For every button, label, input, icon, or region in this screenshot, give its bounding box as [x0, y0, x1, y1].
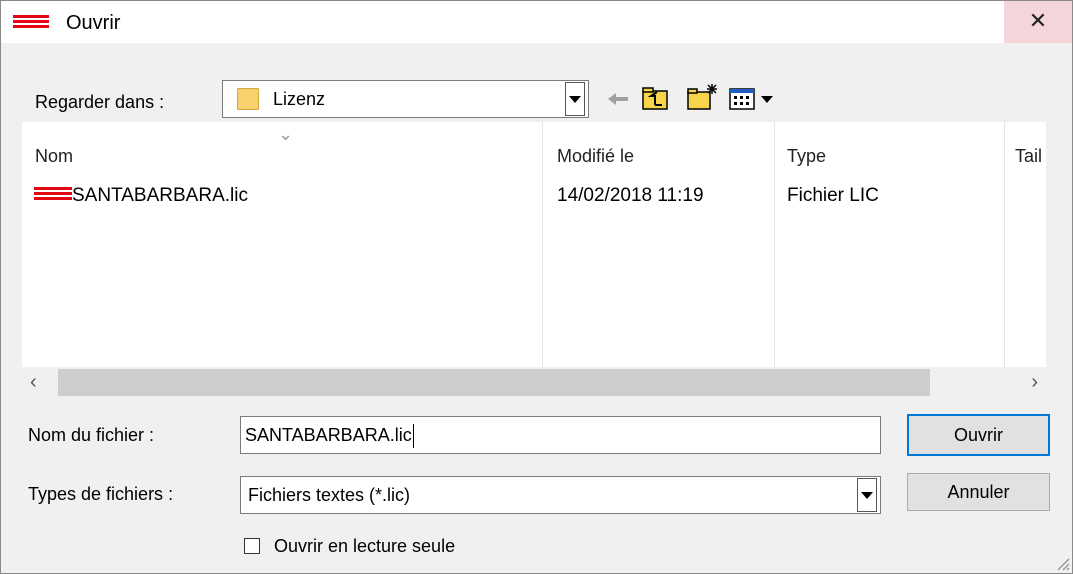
look-in-value: Lizenz: [273, 89, 326, 109]
column-divider[interactable]: [542, 122, 543, 367]
file-types-label: Types de fichiers :: [28, 484, 174, 504]
file-types-value: Fichiers textes (*.lic): [248, 485, 411, 505]
dialog-title: Ouvrir: [66, 12, 121, 34]
resize-grip-icon[interactable]: [1056, 557, 1070, 571]
scrollbar-thumb[interactable]: [58, 369, 930, 396]
folder-icon: [237, 88, 259, 110]
new-folder-icon[interactable]: [686, 82, 720, 112]
back-arrow-icon[interactable]: [606, 89, 630, 109]
text-caret: [412, 424, 414, 449]
column-divider[interactable]: [774, 122, 775, 367]
sort-indicator-icon: ⌄: [278, 124, 294, 144]
file-list[interactable]: ⌄ Nom Modifié le Type Tail SANTABARBARA.…: [22, 122, 1046, 367]
read-only-checkbox[interactable]: [244, 538, 260, 554]
title-bar: Ouvrir ✕: [1, 1, 1072, 43]
scroll-right-icon[interactable]: ›: [1031, 371, 1038, 394]
column-header-type[interactable]: Type: [787, 146, 826, 167]
look-in-combobox[interactable]: Lizenz: [222, 80, 589, 118]
look-in-label: Regarder dans :: [35, 92, 165, 112]
column-divider[interactable]: [1004, 122, 1005, 367]
file-name-input-value: SANTABARBARA.lic: [245, 425, 412, 445]
license-file-icon: [34, 187, 72, 207]
open-button[interactable]: Ouvrir: [907, 414, 1050, 456]
file-name-label: Nom du fichier :: [28, 425, 155, 445]
column-header-modified[interactable]: Modifié le: [557, 146, 634, 167]
view-menu-icon[interactable]: [729, 87, 779, 111]
column-header-name[interactable]: Nom: [35, 146, 73, 167]
column-header-size[interactable]: Tail: [1015, 146, 1042, 167]
scroll-left-icon[interactable]: ‹: [30, 371, 37, 394]
file-types-combobox[interactable]: Fichiers textes (*.lic): [240, 476, 881, 514]
file-types-dropdown-button[interactable]: [857, 478, 877, 512]
close-button[interactable]: ✕: [1004, 1, 1072, 43]
look-in-dropdown-button[interactable]: [565, 82, 585, 116]
up-folder-icon[interactable]: [641, 84, 669, 112]
cancel-button[interactable]: Annuler: [907, 473, 1050, 511]
file-name-input[interactable]: SANTABARBARA.lic: [240, 416, 881, 454]
horizontal-scrollbar[interactable]: ‹ ›: [22, 367, 1046, 400]
app-logo-icon: [13, 15, 49, 33]
read-only-label[interactable]: Ouvrir en lecture seule: [274, 536, 455, 557]
open-file-dialog: Ouvrir ✕ Regarder dans : Lizenz ⌄ Nom Mo…: [0, 0, 1073, 574]
file-name[interactable]: SANTABARBARA.lic: [72, 185, 248, 207]
file-type: Fichier LIC: [787, 185, 879, 206]
file-modified: 14/02/2018 11:19: [557, 185, 704, 206]
